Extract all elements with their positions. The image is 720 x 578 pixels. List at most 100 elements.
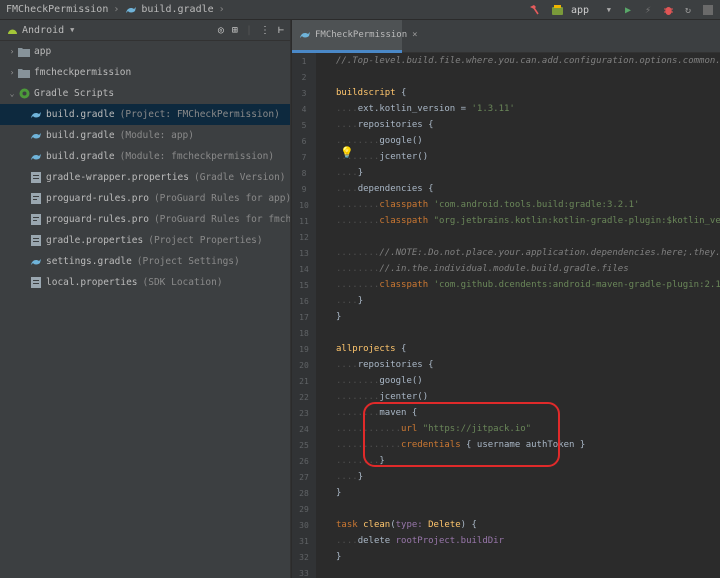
code-line-32: } — [336, 552, 342, 562]
highlight-ring — [363, 402, 560, 467]
line-number: 12 — [299, 233, 309, 242]
code-keyword: classpath — [379, 280, 429, 290]
code-line-19: allprojects { — [336, 344, 407, 354]
text-file-icon — [30, 193, 42, 205]
code-line-13: ........//.NOTE:.Do.not.place.your.appli… — [336, 245, 720, 261]
code-line-28: } — [336, 488, 342, 498]
tree-item-build-gradle-app[interactable]: build.gradle (Module: app) — [0, 125, 290, 146]
tree-item-label: gradle.properties — [46, 235, 144, 246]
tree-item-label: build.gradle — [46, 130, 115, 141]
code-keyword: allprojects — [336, 344, 396, 354]
hide-panel-icon[interactable]: ⊢ — [278, 25, 284, 36]
tree-item-hint: (Module: app) — [119, 130, 194, 141]
code-text: repositories — [357, 120, 423, 130]
line-number: 31 — [299, 537, 309, 546]
code-line-9: ....dependencies { — [336, 184, 434, 194]
tree-item-hint: (ProGuard Rules for app) — [153, 193, 290, 204]
project-tree: › app › fmcheckpermission ⌄ Gradle Scrip… — [0, 41, 290, 293]
tab-build-gradle[interactable]: FMCheckPermission × — [292, 20, 418, 53]
tree-item-hint: (SDK Location) — [142, 277, 223, 288]
breadcrumb-file[interactable]: build.gradle › — [119, 4, 225, 16]
line-number: 32 — [299, 553, 309, 562]
code-line-1: //.Top-level.build.file.where.you.can.ad… — [336, 53, 720, 69]
gradle-icon — [299, 29, 311, 41]
code-line-16: ....} — [336, 296, 364, 306]
line-number: 8 — [301, 169, 307, 178]
code-editor: FMCheckPermission × 1 2 3 4 5 6 7 8 9 10 11 12 13 14 1… — [292, 20, 720, 578]
code-keyword: task — [336, 520, 358, 530]
gradle-icon — [30, 130, 42, 142]
code-text: jcenter() — [379, 392, 429, 402]
debug-icon[interactable] — [662, 4, 674, 16]
hammer-icon[interactable] — [528, 4, 540, 16]
code-text: google() — [379, 376, 423, 386]
locate-target-icon[interactable]: ◎ — [218, 25, 224, 36]
code-text: ext.kotlin_version — [357, 104, 456, 114]
options-menu-icon[interactable]: ⋮ — [260, 25, 270, 36]
line-number-gutter: 1 2 3 4 5 6 7 8 9 10 11 12 13 14 15 16 17 18 19 20 21 22 23 24 2… — [292, 53, 316, 578]
stop-icon[interactable] — [702, 4, 714, 16]
code-comment: //.Top-level.build.file.where.you.can.ad… — [336, 56, 720, 66]
tree-item-label: proguard-rules.pro — [46, 214, 149, 225]
lightbulb-icon[interactable]: 💡 — [340, 146, 354, 159]
tree-item-settings-gradle[interactable]: settings.gradle (Project Settings) — [0, 251, 290, 272]
run-icon[interactable]: ▶ — [622, 4, 634, 16]
line-number: 3 — [301, 89, 307, 98]
tree-item-label: gradle-wrapper.properties — [46, 172, 189, 183]
gradle-icon — [125, 4, 137, 16]
chevron-right-icon[interactable]: › — [6, 47, 18, 56]
tree-item-proguard-module[interactable]: proguard-rules.pro (ProGuard Rules for f… — [0, 209, 290, 230]
tree-item-proguard-app[interactable]: proguard-rules.pro (ProGuard Rules for a… — [0, 188, 290, 209]
tree-item-build-gradle-module[interactable]: build.gradle (Module: fmcheckpermission) — [0, 146, 290, 167]
close-icon[interactable]: × — [412, 30, 417, 40]
code-area[interactable]: //.Top-level.build.file.where.you.can.ad… — [336, 53, 720, 578]
breadcrumb-file-label: build.gradle — [141, 4, 214, 15]
tree-item-local-properties[interactable]: local.properties (SDK Location) — [0, 272, 290, 293]
code-string: '1.3.11' — [471, 104, 515, 114]
tree-item-label: build.gradle — [46, 151, 115, 162]
code-line-30: task clean(type: Delete) { — [336, 520, 477, 530]
tree-item-fmcheckpermission[interactable]: › fmcheckpermission — [0, 62, 290, 83]
chevron-right-icon: › — [218, 4, 225, 15]
line-number: 28 — [299, 489, 309, 498]
properties-file-icon — [30, 277, 42, 289]
collapse-all-icon[interactable]: ⊞ — [232, 25, 238, 36]
gradle-icon — [30, 256, 42, 268]
breadcrumb-project[interactable]: FMCheckPermission › — [0, 4, 119, 15]
attach-debugger-icon[interactable]: ↻ — [682, 4, 694, 16]
chevron-down-icon[interactable]: ▼ — [70, 26, 74, 34]
code-line-31: ....delete rootProject.buildDir — [336, 536, 504, 546]
chevron-right-icon[interactable]: › — [6, 68, 18, 77]
gradle-icon — [30, 151, 42, 163]
tree-item-gradle-wrapper[interactable]: gradle-wrapper.properties (Gradle Versio… — [0, 167, 290, 188]
apply-changes-icon[interactable]: ⚡ — [642, 4, 654, 16]
line-number: 25 — [299, 441, 309, 450]
tree-item-label: build.gradle — [46, 109, 115, 120]
tree-item-hint: (Project: FMCheckPermission) — [119, 109, 280, 120]
project-tool-window: Android ▼ ◎ ⊞ | ⋮ ⊢ › app › fmcheckpermi… — [0, 20, 291, 578]
code-keyword: classpath — [379, 200, 429, 210]
project-view-toolbar: Android ▼ ◎ ⊞ | ⋮ ⊢ — [0, 20, 290, 41]
tree-item-label: fmcheckpermission — [34, 67, 132, 78]
line-number: 22 — [299, 393, 309, 402]
code-type: Delete — [428, 520, 461, 530]
gradle-icon — [30, 109, 42, 121]
chevron-down-icon[interactable]: ⌄ — [6, 89, 18, 98]
tree-item-app[interactable]: › app — [0, 41, 290, 62]
tree-item-label: Gradle Scripts — [34, 88, 115, 99]
tree-item-label: app — [34, 46, 52, 57]
code-line-5: ....repositories { — [336, 120, 434, 130]
tree-item-gradle-scripts[interactable]: ⌄ Gradle Scripts — [0, 83, 290, 104]
line-number: 29 — [299, 505, 309, 514]
line-number: 16 — [299, 297, 309, 306]
project-view-mode[interactable]: Android — [22, 25, 64, 36]
code-line-8: ....} — [336, 168, 364, 178]
code-text: delete — [357, 536, 391, 546]
code-keyword: buildscript — [336, 88, 396, 98]
line-number: 20 — [299, 361, 309, 370]
tree-item-gradle-properties[interactable]: gradle.properties (Project Properties) — [0, 230, 290, 251]
tree-item-build-gradle-project[interactable]: build.gradle (Project: FMCheckPermission… — [0, 104, 290, 125]
line-number: 5 — [301, 121, 307, 130]
android-app-icon — [551, 4, 563, 16]
run-configuration-select[interactable]: app ▼ — [548, 3, 614, 17]
